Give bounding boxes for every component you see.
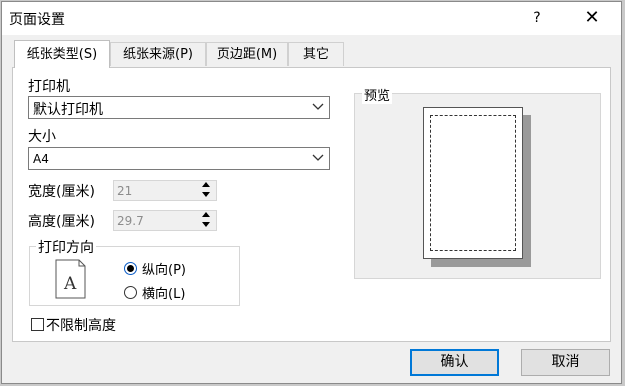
printer-select[interactable]: 默认打印机 [28,96,330,119]
orientation-icon-letter: A [63,274,77,294]
tab-margins[interactable]: 页边距(M) [206,42,288,66]
height-value: 29.7 [117,214,144,228]
landscape-radio[interactable] [124,286,137,299]
portrait-radio[interactable] [124,262,137,275]
tab-other[interactable]: 其它 [288,42,344,66]
portrait-page-icon: A [55,259,86,299]
chevron-down-icon [312,103,324,110]
title-bar: 页面设置 ? ✕ [2,2,621,35]
spin-down-icon[interactable] [202,222,210,227]
spin-up-icon[interactable] [202,182,210,187]
preview-margin-outline [430,115,516,251]
width-label: 宽度(厘米) [28,184,95,200]
window-title: 页面设置 [9,12,65,28]
spin-up-icon[interactable] [202,212,210,217]
chevron-down-icon [312,154,324,161]
spin-down-icon[interactable] [202,192,210,197]
height-stepper[interactable]: 29.7 [113,210,217,231]
unlimited-height-label[interactable]: 不限制高度 [46,315,116,335]
tab-paper-type[interactable]: 纸张类型(S) [14,40,110,68]
cancel-button[interactable]: 取消 [521,349,610,376]
preview-paper [423,107,523,259]
size-value: A4 [33,152,49,166]
close-button[interactable]: ✕ [574,6,610,30]
size-select[interactable]: A4 [28,147,330,170]
printer-label: 打印机 [28,79,70,95]
width-stepper[interactable]: 21 [113,180,217,201]
size-label: 大小 [28,129,56,145]
help-button[interactable]: ? [522,6,552,30]
height-label: 高度(厘米) [28,214,95,230]
orientation-title: 打印方向 [36,237,96,257]
width-value: 21 [117,184,133,198]
preview-title: 预览 [362,85,393,104]
tab-paper-source[interactable]: 纸张来源(P) [110,42,206,66]
unlimited-height-checkbox[interactable] [31,318,44,331]
printer-value: 默认打印机 [33,102,103,118]
portrait-label[interactable]: 纵向(P) [142,259,186,278]
ok-button[interactable]: 确认 [410,349,499,376]
landscape-label[interactable]: 横向(L) [142,283,185,302]
